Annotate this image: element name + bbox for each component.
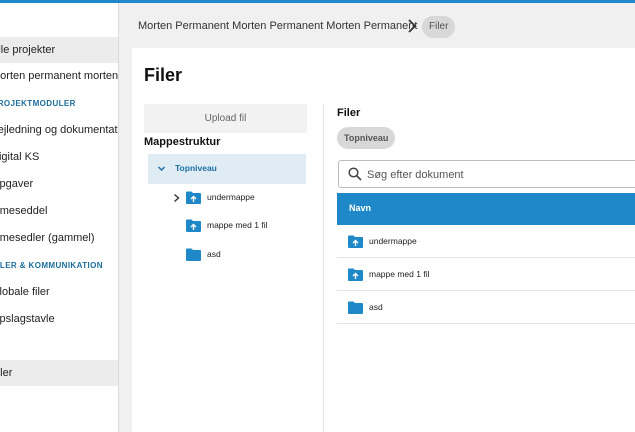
chevron-down-icon[interactable] — [157, 164, 166, 173]
page-title: Filer — [144, 65, 183, 85]
sidebar-item-timeseddel[interactable]: Timeseddel — [0, 198, 118, 224]
sidebar-item-opslagstavle[interactable]: Opslagstavle — [0, 306, 118, 332]
table-row[interactable]: mappe med 1 fil — [337, 258, 635, 291]
folder-tree-heading: Mappestruktur — [144, 136, 221, 148]
breadcrumb-current-chip: Filer — [422, 16, 456, 38]
folder-upload-icon — [348, 268, 363, 281]
panel-divider — [323, 104, 324, 432]
folder-icon — [186, 248, 201, 261]
sidebar-item-filer[interactable]: Filer — [0, 360, 118, 386]
tree-item-label: mappe med 1 fil — [207, 220, 268, 230]
document-search[interactable] — [338, 160, 635, 188]
row-name: undermappe — [369, 236, 417, 246]
row-name: asd — [369, 302, 383, 312]
sidebar: Alle projekter Morten permanent morten p… — [0, 3, 119, 432]
tree-item-mappe-med-1-fil[interactable]: mappe med 1 fil — [172, 215, 302, 237]
chevron-right-icon[interactable] — [172, 193, 181, 203]
table-row[interactable]: asd — [337, 291, 635, 324]
sidebar-item-current-project[interactable]: Morten permanent morten permanent — [0, 63, 118, 89]
search-input[interactable] — [367, 166, 617, 183]
folder-icon — [348, 301, 363, 314]
breadcrumb-project-link[interactable]: Morten Permanent Morten Permanent Morten… — [138, 20, 417, 32]
breadcrumb: Morten Permanent Morten Permanent Morten… — [120, 3, 635, 48]
chevron-right-icon — [408, 19, 417, 33]
sidebar-item-alle-projekter[interactable]: Alle projekter — [0, 37, 118, 63]
files-panel: Filer Upload fil Mappestruktur Topniveau… — [132, 48, 635, 432]
files-heading: Filer — [337, 107, 361, 119]
current-folder-chip[interactable]: Topniveau — [337, 127, 396, 149]
sidebar-item-globale-filer[interactable]: Globale filer — [0, 279, 118, 305]
tree-item-asd[interactable]: asd — [172, 244, 252, 266]
table-header: Navn — [337, 193, 635, 225]
search-icon — [348, 167, 362, 181]
upload-file-button[interactable]: Upload fil — [144, 104, 307, 133]
tree-item-label: asd — [207, 249, 221, 259]
sidebar-item-digital-ks[interactable]: Digital KS — [0, 144, 118, 170]
column-header-navn[interactable]: Navn — [349, 203, 371, 213]
sidebar-item-opgaver[interactable]: Opgaver — [0, 171, 118, 197]
sidebar-item-timesedler-gammel[interactable]: Timesedler (gammel) — [0, 225, 118, 251]
folder-upload-icon — [186, 191, 201, 204]
folder-upload-icon — [186, 219, 201, 232]
table-row[interactable]: undermappe — [337, 225, 635, 258]
sidebar-item-vejledning[interactable]: Vejledning og dokumentation — [0, 117, 118, 143]
tree-item-label: Topniveau — [175, 163, 217, 173]
tree-item-label: undermappe — [207, 192, 255, 202]
row-name: mappe med 1 fil — [369, 269, 430, 279]
tree-item-undermappe[interactable]: undermappe — [172, 187, 292, 209]
tree-item-topniveau[interactable]: Topniveau — [148, 154, 306, 184]
folder-upload-icon — [348, 235, 363, 248]
